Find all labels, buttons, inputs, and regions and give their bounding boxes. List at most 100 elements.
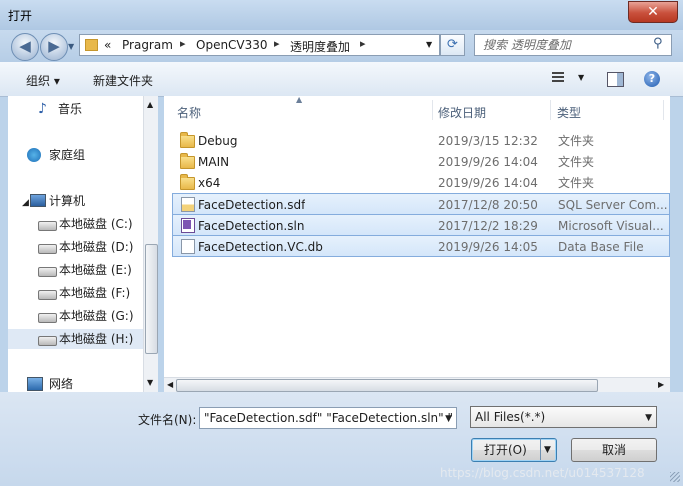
forward-button[interactable]: ▶ [40, 33, 68, 61]
scroll-up-icon[interactable]: ▲ [147, 100, 153, 109]
drive-icon [38, 290, 57, 300]
scrollbar-thumb[interactable] [176, 379, 598, 392]
file-name: FaceDetection.sln [198, 219, 305, 233]
file-name: FaceDetection.sdf [198, 198, 306, 212]
sidebar-item-label: 计算机 [49, 194, 86, 208]
sidebar-item-music[interactable]: ♪ 音乐 [8, 99, 145, 119]
history-dropdown-icon[interactable]: ▼ [68, 42, 74, 51]
folder-icon [85, 39, 98, 51]
sidebar-item-homegroup[interactable]: 家庭组 [8, 145, 145, 165]
sidebar-item-label: 网络 [49, 377, 74, 391]
breadcrumb-item-pragram[interactable]: Pragram [122, 38, 173, 52]
view-dropdown-icon[interactable]: ▼ [578, 73, 584, 82]
split-divider [540, 438, 541, 460]
title-bar [0, 0, 683, 30]
file-type: SQL Server Com... [558, 198, 668, 212]
folder-icon [180, 153, 195, 169]
filename-label: 文件名(N): [138, 413, 197, 427]
file-type: 文件夹 [558, 134, 595, 148]
music-icon: ♪ [38, 101, 47, 117]
column-header-type[interactable]: 类型 [557, 104, 581, 121]
address-bar[interactable]: « Pragram ▸ OpenCV330 ▸ 透明度叠加 ▸ ▼ [79, 34, 440, 56]
search-box[interactable]: ⚲ [474, 34, 672, 56]
scrollbar-thumb[interactable] [145, 244, 158, 354]
filename-field[interactable]: "FaceDetection.sdf" "FaceDetection.sln" … [199, 407, 457, 429]
cancel-button[interactable]: 取消 [571, 438, 657, 462]
close-button[interactable]: ✕ [628, 1, 678, 23]
refresh-button[interactable]: ⟳ [440, 34, 465, 56]
sidebar-item-drive-h[interactable]: 本地磁盘 (H:) [8, 329, 145, 349]
search-icon[interactable]: ⚲ [653, 36, 663, 51]
sidebar-item-label: 本地磁盘 (E:) [59, 263, 132, 277]
resize-grip-icon[interactable] [670, 472, 680, 482]
chevron-down-icon[interactable]: ▼ [445, 409, 452, 429]
refresh-icon: ⟳ [447, 37, 458, 52]
sidebar-item-drive-c[interactable]: 本地磁盘 (C:) [8, 214, 145, 234]
sidebar-item-computer[interactable]: ◢ 计算机 [8, 191, 145, 211]
sdf-file-icon [181, 197, 195, 212]
column-header-name[interactable]: 名称 [177, 104, 201, 121]
list-item-selected[interactable]: FaceDetection.sln 2017/12/2 18:29 Micros… [172, 214, 670, 236]
breadcrumb-item-opencv330[interactable]: OpenCV330 [196, 38, 268, 52]
expand-arrow-icon[interactable]: ◢ [22, 193, 29, 213]
sidebar-item-drive-d[interactable]: 本地磁盘 (D:) [8, 237, 145, 257]
address-dropdown-icon[interactable]: ▼ [426, 40, 432, 49]
list-item-selected[interactable]: FaceDetection.VC.db 2019/9/26 14:05 Data… [172, 235, 670, 257]
search-input[interactable] [481, 35, 657, 55]
windows-drive-icon [38, 221, 57, 231]
help-icon[interactable]: ? [644, 71, 660, 87]
open-button[interactable]: 打开(O) ▼ [471, 438, 557, 462]
sidebar-item-drive-f[interactable]: 本地磁盘 (F:) [8, 283, 145, 303]
file-date: 2017/12/2 18:29 [438, 219, 538, 233]
sidebar-item-network[interactable]: 网络 [8, 374, 145, 394]
breadcrumb-overflow[interactable]: « [104, 38, 111, 52]
sidebar-scrollbar[interactable]: ▲ ▼ [143, 96, 158, 392]
chevron-right-icon[interactable]: ▸ [274, 37, 280, 50]
new-folder-button[interactable]: 新建文件夹 [93, 72, 153, 89]
filetype-value: All Files(*.*) [475, 410, 546, 424]
column-divider[interactable] [550, 100, 551, 120]
sidebar-item-drive-e[interactable]: 本地磁盘 (E:) [8, 260, 145, 280]
column-header-modified[interactable]: 修改日期 [438, 104, 486, 121]
preview-pane-icon[interactable] [607, 72, 624, 87]
list-item-selected[interactable]: FaceDetection.sdf 2017/12/8 20:50 SQL Se… [172, 193, 670, 215]
file-name: MAIN [198, 155, 230, 169]
list-item[interactable]: x64 2019/9/26 14:04 文件夹 [172, 173, 670, 193]
list-item[interactable]: MAIN 2019/9/26 14:04 文件夹 [172, 152, 670, 172]
column-divider[interactable] [432, 100, 433, 120]
drive-icon [38, 244, 57, 254]
back-button[interactable]: ◀ [11, 33, 39, 61]
open-button-label: 打开(O) [484, 443, 527, 457]
filetype-select[interactable]: All Files(*.*) ▼ [470, 406, 657, 428]
list-item[interactable]: Debug 2019/3/15 12:32 文件夹 [172, 131, 670, 151]
chevron-down-icon[interactable]: ▼ [645, 408, 652, 428]
organize-button[interactable]: 组织 ▾ [26, 72, 60, 89]
chevron-right-icon[interactable]: ▸ [180, 37, 186, 50]
sidebar-item-label: 本地磁盘 (H:) [59, 332, 134, 346]
chevron-right-icon[interactable]: ▸ [360, 37, 366, 50]
network-icon [27, 377, 43, 391]
homegroup-icon [27, 148, 41, 162]
window-title: 打开 [8, 9, 33, 23]
horizontal-scrollbar[interactable]: ◀ ▶ [164, 377, 670, 393]
file-name: x64 [198, 176, 221, 190]
scroll-down-icon[interactable]: ▼ [147, 378, 153, 387]
scroll-right-icon[interactable]: ▶ [658, 380, 664, 389]
drive-icon [38, 267, 57, 277]
file-date: 2019/9/26 14:05 [438, 240, 538, 254]
visual-studio-solution-icon [181, 218, 195, 233]
database-file-icon [181, 239, 195, 254]
scroll-left-icon[interactable]: ◀ [167, 380, 173, 389]
open-dropdown-icon[interactable]: ▼ [544, 439, 551, 461]
sidebar-item-drive-g[interactable]: 本地磁盘 (G:) [8, 306, 145, 326]
file-name: FaceDetection.VC.db [198, 240, 323, 254]
sidebar-item-label: 音乐 [58, 102, 83, 116]
file-type: 文件夹 [558, 176, 595, 190]
file-type: 文件夹 [558, 155, 595, 169]
column-divider[interactable] [663, 100, 664, 120]
breadcrumb-item-folder[interactable]: 透明度叠加 [290, 38, 350, 55]
drive-icon [38, 336, 57, 346]
file-date: 2019/9/26 14:04 [438, 155, 538, 169]
view-options-icon[interactable] [552, 70, 568, 84]
file-date: 2019/9/26 14:04 [438, 176, 538, 190]
